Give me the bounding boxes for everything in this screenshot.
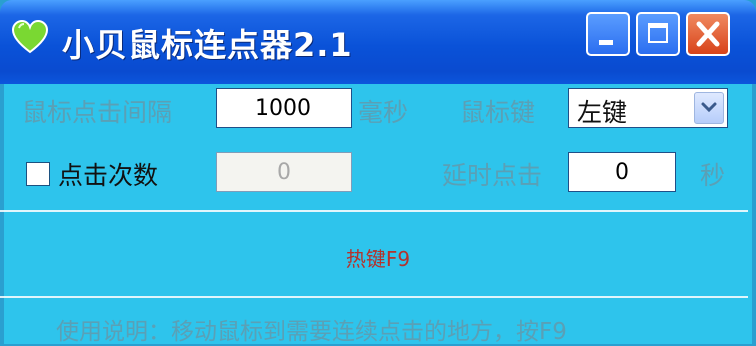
chevron-down-icon [701,102,717,113]
heart-icon [11,19,49,54]
mouse-button-select[interactable]: 左键 [568,88,728,128]
mouse-button-label: 鼠标键 [460,98,536,127]
mouse-button-value: 左键 [577,98,628,127]
interval-label: 鼠标点击间隔 [22,98,173,127]
minimize-icon [599,40,613,45]
dropdown-arrow-button[interactable] [694,92,724,124]
hotkey-label: 热键F9 [345,247,411,271]
click-count-input[interactable] [216,152,352,192]
interval-unit: 毫秒 [358,98,409,127]
delay-label: 延时点击 [442,161,543,190]
close-icon [696,21,720,47]
click-count-label: 点击次数 [58,161,159,190]
minimize-button[interactable] [586,12,630,56]
title-bar[interactable]: 小贝鼠标连点器2.1 [0,0,756,84]
close-button[interactable] [686,12,730,56]
maximize-button[interactable] [636,12,680,56]
delay-input[interactable] [568,152,676,192]
divider [0,210,748,212]
delay-unit: 秒 [700,161,726,190]
instructions-text: 使用说明：移动鼠标到需要连续点击的地方，按F9 [56,319,567,345]
divider [0,296,748,298]
maximize-icon [648,23,668,43]
window-title: 小贝鼠标连点器2.1 [62,26,353,64]
interval-input[interactable] [216,88,352,128]
click-count-checkbox[interactable] [26,162,50,186]
